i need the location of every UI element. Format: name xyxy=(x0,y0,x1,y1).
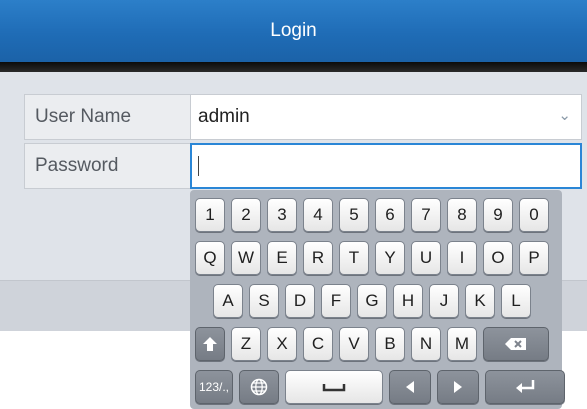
enter-key[interactable] xyxy=(485,370,565,404)
arrow-right-icon xyxy=(454,381,462,393)
virtual-keyboard: 1 2 3 4 5 6 7 8 9 0 Q W E R T Y U I O P … xyxy=(190,190,565,409)
backspace-icon xyxy=(505,338,526,350)
keyboard-row-digits: 1 2 3 4 5 6 7 8 9 0 xyxy=(195,198,549,232)
key-o[interactable]: O xyxy=(483,241,513,275)
key-q[interactable]: Q xyxy=(195,241,225,275)
key-p[interactable]: P xyxy=(519,241,549,275)
key-9[interactable]: 9 xyxy=(483,198,513,232)
username-value: admin xyxy=(198,106,250,127)
keyboard-row-bottom: 123/., xyxy=(195,370,565,404)
keyboard-row-asdf: A S D F G H J K L xyxy=(213,284,531,318)
key-7[interactable]: 7 xyxy=(411,198,441,232)
key-f[interactable]: F xyxy=(321,284,351,318)
enter-icon xyxy=(516,380,535,393)
username-row: User Name admin ⌄ xyxy=(24,94,582,140)
password-row: Password xyxy=(24,143,582,189)
space-key[interactable] xyxy=(285,370,383,404)
cursor-left-key[interactable] xyxy=(389,370,431,404)
key-x[interactable]: X xyxy=(267,327,297,361)
key-0[interactable]: 0 xyxy=(519,198,549,232)
language-key[interactable] xyxy=(239,370,279,404)
shift-key[interactable] xyxy=(195,327,225,361)
key-h[interactable]: H xyxy=(393,284,423,318)
key-z[interactable]: Z xyxy=(231,327,261,361)
key-n[interactable]: N xyxy=(411,327,441,361)
globe-icon xyxy=(250,378,268,396)
cursor-right-key[interactable] xyxy=(437,370,479,404)
chevron-down-icon[interactable]: ⌄ xyxy=(558,106,571,124)
shift-icon xyxy=(203,337,217,351)
keyboard-row-qwerty: Q W E R T Y U I O P xyxy=(195,241,549,275)
key-e[interactable]: E xyxy=(267,241,297,275)
key-c[interactable]: C xyxy=(303,327,333,361)
key-v[interactable]: V xyxy=(339,327,369,361)
key-a[interactable]: A xyxy=(213,284,243,318)
key-1[interactable]: 1 xyxy=(195,198,225,232)
key-y[interactable]: Y xyxy=(375,241,405,275)
key-g[interactable]: G xyxy=(357,284,387,318)
key-u[interactable]: U xyxy=(411,241,441,275)
key-s[interactable]: S xyxy=(249,284,279,318)
numbers-mode-key[interactable]: 123/., xyxy=(195,370,233,404)
key-6[interactable]: 6 xyxy=(375,198,405,232)
key-j[interactable]: J xyxy=(429,284,459,318)
title-bar: Login xyxy=(0,0,587,62)
key-i[interactable]: I xyxy=(447,241,477,275)
key-8[interactable]: 8 xyxy=(447,198,477,232)
key-l[interactable]: L xyxy=(501,284,531,318)
key-b[interactable]: B xyxy=(375,327,405,361)
password-field[interactable] xyxy=(190,143,582,189)
key-5[interactable]: 5 xyxy=(339,198,369,232)
backspace-key[interactable] xyxy=(483,327,549,361)
key-k[interactable]: K xyxy=(465,284,495,318)
arrow-left-icon xyxy=(406,381,414,393)
key-t[interactable]: T xyxy=(339,241,369,275)
key-2[interactable]: 2 xyxy=(231,198,261,232)
key-w[interactable]: W xyxy=(231,241,261,275)
username-label: User Name xyxy=(24,94,190,140)
key-r[interactable]: R xyxy=(303,241,333,275)
space-icon xyxy=(322,384,346,392)
key-4[interactable]: 4 xyxy=(303,198,333,232)
text-cursor xyxy=(198,156,199,176)
username-select[interactable]: admin ⌄ xyxy=(190,94,582,140)
password-label: Password xyxy=(24,143,190,189)
page-title: Login xyxy=(270,20,317,41)
keyboard-row-zxcv: Z X C V B N M xyxy=(195,327,549,361)
title-bar-divider xyxy=(0,62,587,72)
key-d[interactable]: D xyxy=(285,284,315,318)
key-m[interactable]: M xyxy=(447,327,477,361)
key-3[interactable]: 3 xyxy=(267,198,297,232)
